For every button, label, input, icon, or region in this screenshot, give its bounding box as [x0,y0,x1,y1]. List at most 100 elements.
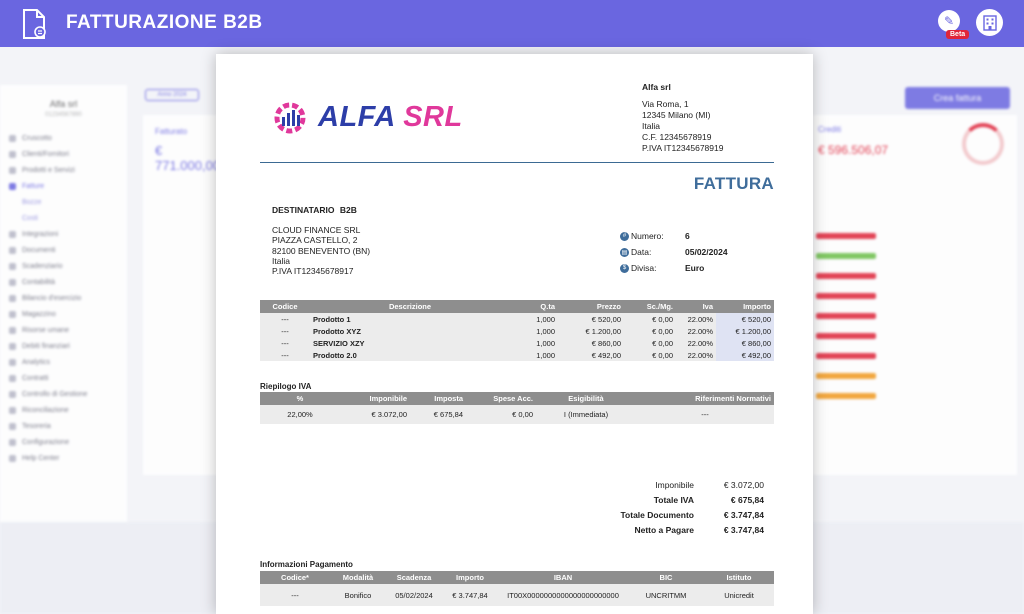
vat-summary-table: % Imponibile Imposta Spese Acc. Esigibil… [260,392,774,424]
total-value: € 675,84 [730,495,764,505]
document-title: FATTURA [693,174,774,193]
sidebar-menu: Cruscotto Clienti/Fornitori Prodotti e S… [0,130,127,466]
cell-qty: 1,000 [510,337,558,349]
sidebar-item-clienti[interactable]: Clienti/Fornitori [0,146,127,162]
cell-amount: € 492,00 [716,349,774,361]
total-value: € 3.072,00 [723,480,764,490]
total-row-documento: Totale Documento € 3.747,84 [586,508,764,523]
top-header: FATTURAZIONE B2B ✎ Beta [0,0,1024,47]
cell-method: Bonifico [330,584,386,606]
year-filter-button[interactable]: Anno 2024 [145,89,199,101]
sidebar-item-tesoreria[interactable]: Tesoreria [0,418,127,434]
divisa-value: Euro [685,263,705,273]
column-header: Scadenza [386,571,442,584]
sidebar-item-integrazioni[interactable]: Integrazioni [0,226,127,242]
status-badge [816,373,876,379]
sidebar: Alfa srl 01234567890 Cruscotto Clienti/F… [0,85,127,525]
sidebar-item-prodotti[interactable]: Prodotti e Servizi [0,162,127,178]
total-row-iva: Totale IVA € 675,84 [586,493,764,508]
sidebar-item-analytics[interactable]: Analytics [0,354,127,370]
sidebar-item-controllo[interactable]: Controllo di Gestione [0,386,127,402]
sidebar-item-documenti[interactable]: Documenti [0,242,127,258]
sidebar-item-contabilita[interactable]: Contabilità [0,274,127,290]
column-header: Istituto [704,571,774,584]
status-badge [816,253,876,259]
sidebar-item-fatture[interactable]: Fatture [0,178,127,194]
table-row: 22,00% € 3.072,00 € 675,84 € 0,00 I (Imm… [260,405,774,424]
total-label: Imponibile [655,480,694,490]
total-label: Netto a Pagare [634,525,694,535]
crediti-value: € 596.506,07 [818,143,889,157]
assistant-chat-icon[interactable]: ✎ [938,10,960,32]
numero-label: Numero: [631,231,664,241]
sidebar-item-help-center[interactable]: Help Center [0,450,127,466]
sender-address: Alfa srl Via Roma, 1 12345 Milano (MI) I… [642,82,723,154]
fatturato-value: € 771.000,00 [155,143,221,173]
cell-code: --- [260,337,310,349]
items-header-row: Codice Descrizione Q.ta Prezzo Sc./Mg. I… [260,300,774,313]
sidebar-item-configurazione[interactable]: Configurazione [0,434,127,450]
sidebar-item-debiti[interactable]: Debiti finanziari [0,338,127,354]
status-badge [816,393,876,399]
hash-icon: # [620,231,629,241]
cell-discount: € 0,00 [624,337,676,349]
sidebar-item-riconciliazione[interactable]: Riconciliazione [0,402,127,418]
company-building-icon[interactable] [976,9,1003,36]
column-header: Prezzo [558,300,624,313]
cell-description: Prodotto 2.0 [310,349,510,361]
sidebar-item-costi[interactable]: Costi [0,210,127,226]
cell-vat: 22.00% [676,349,716,361]
sender-line: Italia [642,121,660,131]
total-label: Totale Documento [620,510,694,520]
cell-code: --- [260,313,310,325]
cell-code: --- [260,584,330,606]
column-header: Spese Acc. [466,392,536,405]
cell-iban: IT00X0000000000000000000000 [498,584,628,606]
column-header: Descrizione [310,300,510,313]
cell-qty: 1,000 [510,325,558,337]
total-row-imponibile: Imponibile € 3.072,00 [586,478,764,493]
recipient-line: CLOUD FINANCE SRL [272,225,361,235]
cell-price: € 520,00 [558,313,624,325]
cell-discount: € 0,00 [624,349,676,361]
cell-amount: € 1.200,00 [716,325,774,337]
column-header: % [260,392,340,405]
status-badge [816,333,876,339]
crediti-progress-ring [962,123,1004,165]
sidebar-item-cruscotto[interactable]: Cruscotto [0,130,127,146]
cell-price: € 492,00 [558,349,624,361]
app-title: FATTURAZIONE B2B [66,12,263,33]
recipient-line: PIAZZA CASTELLO, 2 [272,235,358,246]
cell-vat: 22.00% [676,325,716,337]
cell-code: --- [260,325,310,337]
sidebar-item-risorse-umane[interactable]: Risorse umane [0,322,127,338]
status-badge [816,353,876,359]
cell-taxable: € 3.072,00 [340,405,410,424]
meta-numero: # Numero: 6 [620,228,728,244]
recipient-label: DESTINATARIO [272,205,335,215]
cell-code: --- [260,349,310,361]
cell-qty: 1,000 [510,349,558,361]
column-header: Riferimenti Normativi [636,392,774,405]
sidebar-item-bilancio[interactable]: Bilancio d'esercizio [0,290,127,306]
cell-vat: 22.00% [676,337,716,349]
fatturato-label: Fatturato [155,127,188,136]
cell-expenses: € 0,00 [466,405,536,424]
create-invoice-button[interactable]: Crea fattura [905,87,1010,109]
total-value: € 3.747,84 [723,525,764,535]
cell-description: Prodotto XYZ [310,325,510,337]
logo-wordmark: ALFA SRL [318,100,463,133]
crediti-label: Crediti [818,125,842,134]
sidebar-item-bozze[interactable]: Bozze [0,194,127,210]
cell-description: SERVIZIO XZY [310,337,510,349]
sender-line: Via Roma, 1 [642,99,689,109]
sidebar-item-magazzino[interactable]: Magazzino [0,306,127,322]
calendar-icon: ▤ [620,247,629,257]
sidebar-item-contratti[interactable]: Contratti [0,370,127,386]
total-label: Totale IVA [653,495,694,505]
sidebar-item-scadenziario[interactable]: Scadenziario [0,258,127,274]
divisa-label: Divisa: [631,263,657,273]
cell-description: Prodotto 1 [310,313,510,325]
status-badge [816,313,876,319]
divider [260,162,774,163]
